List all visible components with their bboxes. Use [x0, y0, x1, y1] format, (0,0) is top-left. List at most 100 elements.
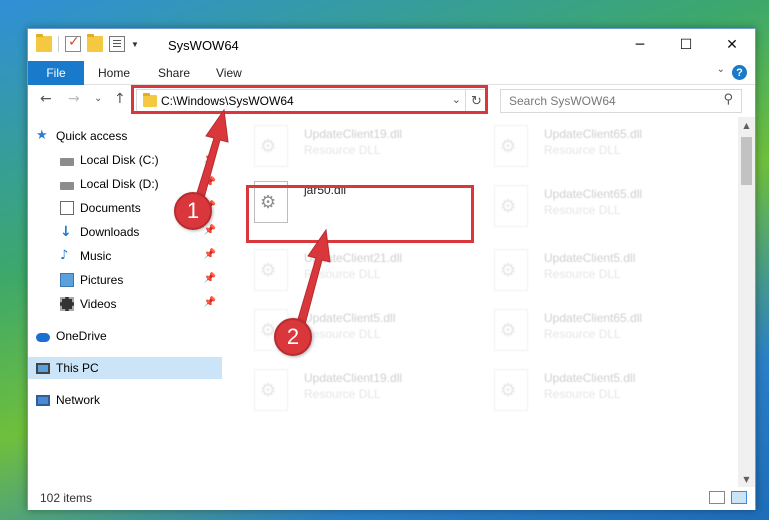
sidebar-item-quick-access[interactable]: ★ Quick access: [36, 125, 230, 147]
sidebar-item-pictures[interactable]: Pictures 📌: [60, 269, 222, 291]
file-highlight: [246, 185, 474, 243]
dll-file-icon: [494, 249, 528, 291]
minimize-button[interactable]: ─: [617, 29, 663, 61]
recent-locations-chevron-icon[interactable]: ⌄: [94, 93, 102, 104]
file-type: Resource DLL: [544, 267, 621, 281]
file-name: UpdateClient5.dll: [544, 251, 636, 265]
sidebar-item-onedrive[interactable]: OneDrive: [36, 325, 230, 347]
vertical-scrollbar[interactable]: ▲ ▼: [738, 117, 755, 487]
new-folder-icon[interactable]: [87, 34, 103, 52]
expand-ribbon-icon[interactable]: ⌄: [717, 64, 725, 75]
pictures-icon: [60, 273, 74, 287]
dll-file-icon: [494, 185, 528, 227]
sidebar-item-music[interactable]: ♪ Music 📌: [60, 245, 222, 267]
sidebar-item-label: Music: [80, 249, 112, 263]
file-name: UpdateClient65.dll: [544, 187, 643, 201]
folder-icon: [36, 34, 52, 52]
file-list: UpdateClient19.dll Resource DLL jar50.dl…: [234, 117, 742, 487]
close-button[interactable]: ✕: [709, 29, 755, 61]
sidebar-item-label: Documents: [80, 201, 141, 215]
sidebar-item-label: OneDrive: [56, 329, 107, 343]
file-type: Resource DLL: [544, 203, 621, 217]
window-title: SysWOW64: [168, 38, 239, 53]
details-view-icon[interactable]: [709, 491, 725, 504]
file-item[interactable]: UpdateClient65.dll Resource DLL: [482, 177, 712, 227]
maximize-button[interactable]: ☐: [663, 29, 709, 61]
scroll-down-arrow-icon[interactable]: ▼: [738, 471, 755, 487]
file-item[interactable]: UpdateClient19.dll Resource DLL: [242, 361, 472, 411]
file-type: Resource DLL: [304, 327, 381, 341]
step-1-badge: 1: [174, 192, 212, 230]
file-item[interactable]: UpdateClient65.dll Resource DLL: [482, 301, 712, 351]
file-item[interactable]: UpdateClient21.dll Resource DLL: [242, 241, 472, 291]
pin-icon[interactable]: 📌: [204, 153, 216, 164]
pin-icon[interactable]: 📌: [204, 225, 216, 236]
dll-file-icon: [494, 125, 528, 167]
pin-icon[interactable]: 📌: [204, 297, 216, 308]
sidebar-item-this-pc[interactable]: This PC: [28, 357, 222, 379]
back-button[interactable]: ←: [40, 91, 52, 107]
dll-file-icon: [494, 309, 528, 351]
status-bar: 102 items: [28, 487, 755, 510]
address-bar-highlight: [131, 85, 488, 114]
pin-icon[interactable]: 📌: [204, 177, 216, 188]
pin-icon[interactable]: 📌: [204, 273, 216, 284]
drive-icon: [60, 182, 74, 190]
search-placeholder: Search SysWOW64: [509, 94, 616, 108]
file-item[interactable]: UpdateClient5.dll Resource DLL: [482, 241, 712, 291]
sidebar-item-label: Videos: [80, 297, 117, 311]
file-type: Resource DLL: [544, 143, 621, 157]
dll-file-icon: [254, 369, 288, 411]
properties-check-icon[interactable]: [65, 34, 81, 52]
file-item[interactable]: UpdateClient19.dll Resource DLL: [242, 117, 472, 167]
window-controls: ─ ☐ ✕: [617, 29, 755, 61]
sidebar-item-network[interactable]: Network: [36, 389, 230, 411]
ribbon-tabs: File Home Share View ⌄ ?: [28, 61, 755, 85]
sidebar-item-label: This PC: [56, 361, 99, 375]
forward-button[interactable]: →: [68, 91, 80, 107]
this-pc-icon: [36, 362, 50, 374]
tab-share[interactable]: Share: [158, 66, 190, 80]
file-type: Resource DLL: [304, 267, 381, 281]
tab-home[interactable]: Home: [98, 66, 130, 80]
sidebar-item-videos[interactable]: Videos 📌: [60, 293, 222, 315]
drive-icon: [60, 158, 74, 166]
sidebar-item-label: Quick access: [56, 129, 128, 143]
customize-toolbar-chevron-icon[interactable]: ▼: [131, 40, 139, 49]
file-type: Resource DLL: [304, 143, 381, 157]
sidebar-item-label: Pictures: [80, 273, 124, 287]
dll-file-icon: [254, 249, 288, 291]
title-bar: ▼ SysWOW64 ─ ☐ ✕: [28, 29, 755, 61]
dll-file-icon: [494, 369, 528, 411]
star-icon: ★: [36, 128, 48, 143]
sidebar-item-label: Local Disk (D:): [80, 177, 159, 191]
file-name: UpdateClient5.dll: [544, 371, 636, 385]
music-icon: ♪: [60, 248, 69, 263]
tab-file[interactable]: File: [28, 61, 84, 85]
scrollbar-thumb[interactable]: [741, 137, 752, 185]
file-name: UpdateClient19.dll: [304, 127, 403, 141]
sidebar-item-local-disk-c[interactable]: Local Disk (C:) 📌: [60, 149, 222, 171]
properties-icon[interactable]: [109, 36, 125, 52]
downloads-icon: ↓: [60, 224, 72, 240]
file-name: UpdateClient5.dll: [304, 311, 396, 325]
quick-access-toolbar: ▼: [36, 34, 139, 52]
file-item[interactable]: UpdateClient65.dll Resource DLL: [482, 117, 712, 167]
file-item[interactable]: UpdateClient5.dll Resource DLL: [482, 361, 712, 411]
file-type: Resource DLL: [544, 387, 621, 401]
pin-icon[interactable]: 📌: [204, 249, 216, 260]
file-name: UpdateClient65.dll: [544, 311, 643, 325]
file-name: UpdateClient19.dll: [304, 371, 403, 385]
dll-file-icon: [254, 125, 288, 167]
large-icons-view-icon[interactable]: [731, 491, 747, 504]
help-icon[interactable]: ?: [732, 65, 747, 80]
up-button[interactable]: ↑: [114, 91, 126, 107]
tab-view[interactable]: View: [216, 66, 242, 80]
onedrive-icon: [36, 333, 50, 342]
sidebar-item-label: Local Disk (C:): [80, 153, 159, 167]
file-name: UpdateClient21.dll: [304, 251, 403, 265]
file-type: Resource DLL: [304, 387, 381, 401]
network-icon: [36, 394, 50, 406]
search-box[interactable]: Search SysWOW64 ⚲: [500, 89, 742, 113]
scroll-up-arrow-icon[interactable]: ▲: [738, 117, 755, 133]
